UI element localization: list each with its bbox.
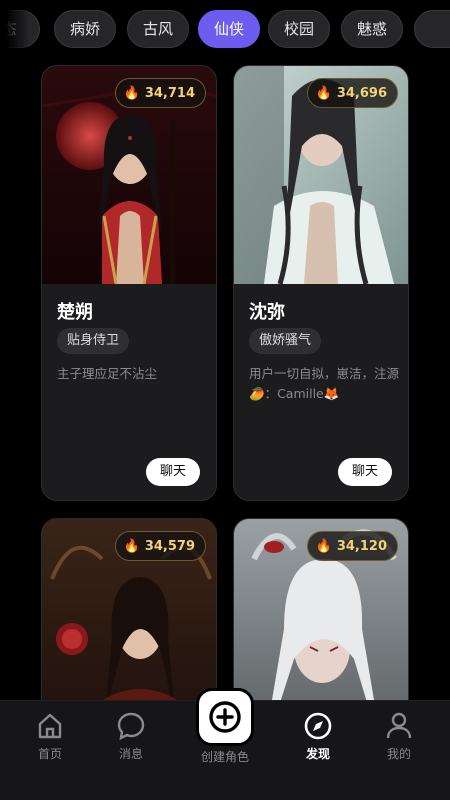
character-card[interactable]: 🔥 34,714 楚朔 贴身侍卫 主子理应足不沾尘 聊天 xyxy=(41,65,217,501)
user-icon xyxy=(386,712,412,739)
flame-icon: 🔥 xyxy=(315,85,332,101)
nav-home-label: 首页 xyxy=(37,747,62,761)
tab-meihuo[interactable]: 魅惑 xyxy=(341,10,403,48)
category-tabs: 态 病娇 古风 仙侠 校园 魅惑 xyxy=(0,0,450,58)
message-icon xyxy=(117,712,145,741)
character-card[interactable]: 🔥 34,696 沈弥 傲娇骚气 用户一切自拟，崽洁，注源🥭：Camille🦊 … xyxy=(233,65,409,501)
character-name: 沈弥 xyxy=(249,302,285,323)
tab-gufeng[interactable]: 古风 xyxy=(127,10,189,48)
flame-icon: 🔥 xyxy=(123,538,140,554)
tabs-fade xyxy=(0,0,30,58)
nav-discover-label: 发现 xyxy=(305,747,330,761)
flame-icon: 🔥 xyxy=(315,538,332,554)
home-icon xyxy=(38,713,62,739)
nav-home[interactable]: 首页 xyxy=(15,711,85,762)
nav-messages-label: 消息 xyxy=(118,747,143,761)
compass-icon xyxy=(304,712,332,740)
tab-more[interactable] xyxy=(414,10,450,48)
nav-profile[interactable]: 我的 xyxy=(364,711,434,762)
tab-bingjiao[interactable]: 病娇 xyxy=(54,10,116,48)
nav-messages[interactable]: 消息 xyxy=(96,711,166,762)
character-tag: 贴身侍卫 xyxy=(57,328,130,354)
popularity-badge: 🔥 34,120 xyxy=(306,531,398,561)
tab-xiaoyuan[interactable]: 校园 xyxy=(268,10,330,48)
nav-profile-label: 我的 xyxy=(386,747,411,761)
popularity-badge: 🔥 34,714 xyxy=(114,78,206,108)
flame-icon: 🔥 xyxy=(123,85,140,101)
nav-discover[interactable]: 发现 xyxy=(283,711,353,762)
popularity-badge: 🔥 34,696 xyxy=(306,78,398,108)
popularity-badge: 🔥 34,579 xyxy=(114,531,206,561)
create-character-label: 创建角色 xyxy=(200,750,249,764)
create-character-button[interactable] xyxy=(196,688,254,746)
tab-xianxia[interactable]: 仙侠 xyxy=(198,10,260,48)
character-desc: 主子理应足不沾尘 xyxy=(57,366,158,381)
chat-button[interactable]: 聊天 xyxy=(146,458,200,486)
character-desc: 用户一切自拟，崽洁，注源🥭：Camille🦊 xyxy=(249,366,400,401)
character-tag: 傲娇骚气 xyxy=(249,328,322,354)
plus-circle-icon xyxy=(209,701,241,733)
character-name: 楚朔 xyxy=(57,302,93,323)
chat-button[interactable]: 聊天 xyxy=(338,458,392,486)
